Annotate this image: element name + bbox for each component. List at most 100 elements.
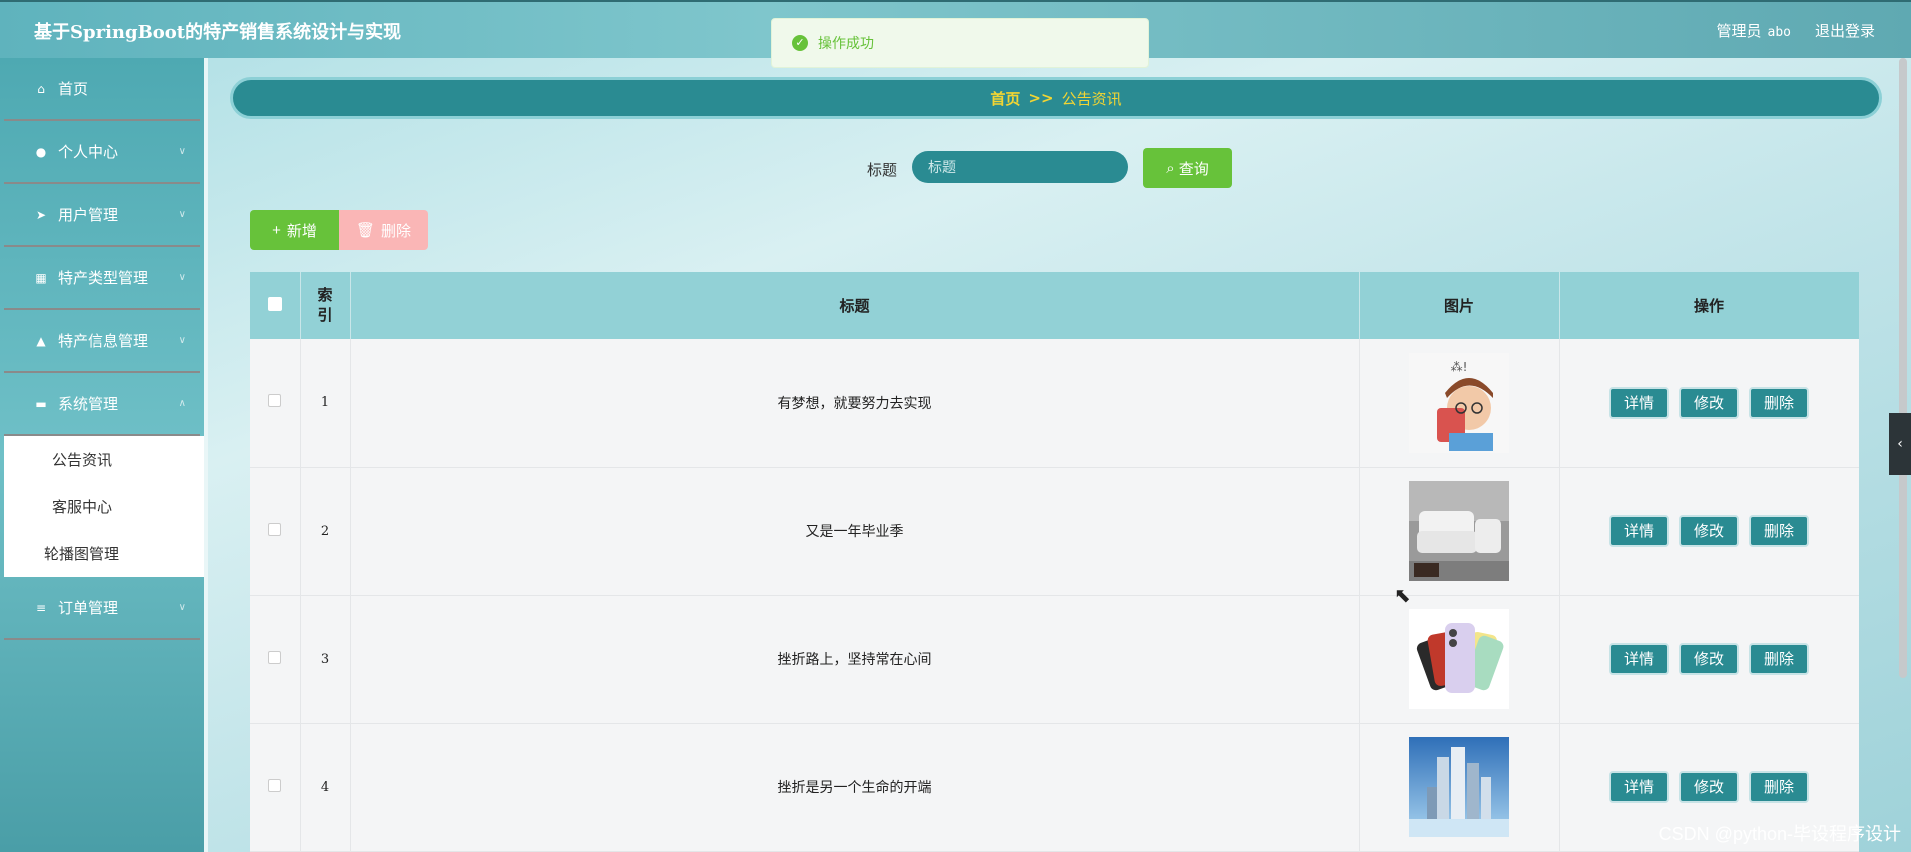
sidebar-item-system[interactable]: ▬ 系统管理 ∧ <box>4 373 200 436</box>
row-operations: 详情 修改 删除 <box>1559 595 1859 724</box>
breadcrumb-current: 公告资讯 <box>1061 89 1122 108</box>
row-checkbox[interactable] <box>268 778 282 792</box>
edit-button[interactable]: 修改 <box>1679 643 1739 675</box>
column-header-index: 索引 <box>300 272 351 339</box>
toast-message: 操作成功 <box>818 36 874 52</box>
logout-link[interactable]: 退出登录 <box>1815 20 1875 41</box>
breadcrumb-home[interactable]: 首页 <box>990 88 1020 109</box>
sidebar-item-user-management[interactable]: ➤ 用户管理 ∨ <box>4 184 200 247</box>
sidebar-item-label: 订单管理 <box>58 599 119 617</box>
delete-button[interactable]: 删除 <box>1749 771 1809 803</box>
chevron-down-icon: ∨ <box>178 335 186 346</box>
add-button-label: 新增 <box>286 222 317 240</box>
submenu-item-carousel[interactable]: 轮播图管理 <box>4 530 204 577</box>
sidebar-item-personal-center[interactable]: ● 个人中心 ∨ <box>4 121 200 184</box>
sidebar-item-label: 个人中心 <box>58 143 119 161</box>
detail-button[interactable]: 详情 <box>1609 643 1669 675</box>
search-button-label: 查询 <box>1178 160 1209 178</box>
row-operations: 详情 修改 删除 <box>1559 339 1859 468</box>
smartphones-image[interactable] <box>1409 609 1509 709</box>
sidebar-item-label: 首页 <box>58 80 89 98</box>
table-row: 4 挫折是另一个生命的开端 详情 修改 删除 <box>250 723 1859 852</box>
trash-icon: 🗑 <box>355 222 376 239</box>
svg-text:⁂!: ⁂! <box>1451 360 1468 374</box>
submenu-item-announcements[interactable]: 公告资讯 <box>4 436 204 483</box>
row-operations: 详情 修改 删除 <box>1559 467 1859 596</box>
watermark: CSDN @python-毕设程序设计 <box>1658 824 1901 844</box>
delete-button[interactable]: 删除 <box>1749 643 1809 675</box>
user-role: 管理员 <box>1716 22 1762 40</box>
chevron-down-icon: ∨ <box>178 272 186 283</box>
sidebar-item-orders[interactable]: ≡ 订单管理 ∨ <box>4 577 200 640</box>
select-all-cell <box>250 272 301 339</box>
delete-button[interactable]: 删除 <box>1749 386 1809 419</box>
add-button[interactable]: + 新增 <box>250 210 339 250</box>
delete-button-label: 删除 <box>381 222 412 240</box>
row-index: 4 <box>300 723 351 852</box>
row-image-cell: ⁂! <box>1359 339 1560 468</box>
search-button[interactable]: ⌕ 查询 <box>1143 148 1232 188</box>
row-image-cell <box>1359 723 1560 852</box>
delete-button[interactable]: 删除 <box>1749 515 1809 547</box>
select-all-checkbox[interactable] <box>267 296 282 311</box>
row-title: 挫折路上，坚持常在心间 <box>350 595 1360 724</box>
sidebar: ⌂ 首页 ● 个人中心 ∨ ➤ 用户管理 ∨ ▦ 特产类型管理 ∨ ▲ 特产信息… <box>0 58 208 852</box>
user-area: 管理员 abo 退出登录 <box>1716 20 1875 41</box>
check-circle-icon: ✓ <box>792 35 808 51</box>
row-image-cell <box>1359 467 1560 596</box>
grid-icon: ▦ <box>35 270 47 285</box>
row-checkbox[interactable] <box>268 522 282 536</box>
sidebar-item-label: 特产类型管理 <box>58 269 149 287</box>
username: abo <box>1767 25 1791 40</box>
table-row: 3 挫折路上，坚持常在心间 详情 修改 删除 <box>250 595 1859 724</box>
edit-button[interactable]: 修改 <box>1679 515 1739 547</box>
chevron-down-icon: ∨ <box>178 209 186 220</box>
search-icon: ⌕ <box>1166 159 1175 177</box>
column-header-operations: 操作 <box>1559 272 1859 339</box>
detail-button[interactable]: 详情 <box>1609 515 1669 547</box>
breadcrumb-separator: >> <box>1028 89 1054 107</box>
system-submenu: 公告资讯 客服中心 轮播图管理 <box>4 436 204 577</box>
breadcrumb: 首页 >> 公告资讯 <box>230 77 1882 119</box>
paper-plane-icon: ➤ <box>35 207 47 222</box>
search-label: 标题 <box>867 161 898 179</box>
column-header-title: 标题 <box>350 272 1360 339</box>
search-input[interactable] <box>912 151 1128 183</box>
sidebar-item-label: 特产信息管理 <box>58 332 149 350</box>
row-index: 2 <box>300 467 351 596</box>
row-image-cell <box>1359 595 1560 724</box>
plus-icon: + <box>272 221 281 239</box>
chevron-left-icon: ‹ <box>1897 436 1903 452</box>
edit-button[interactable]: 修改 <box>1679 771 1739 803</box>
table-row: 1 有梦想，就要努力去实现 ⁂! 详情 修改 删除 <box>250 339 1859 468</box>
column-header-image: 图片 <box>1359 272 1560 339</box>
sidebar-item-product-type[interactable]: ▦ 特产类型管理 ∨ <box>4 247 200 310</box>
detail-button[interactable]: 详情 <box>1609 386 1669 419</box>
sidebar-item-label: 用户管理 <box>58 206 119 224</box>
row-checkbox[interactable] <box>268 650 282 664</box>
submenu-item-customer-service[interactable]: 客服中心 <box>4 483 204 530</box>
row-title: 挫折是另一个生命的开端 <box>350 723 1360 852</box>
edit-button[interactable]: 修改 <box>1679 386 1739 419</box>
current-user: 管理员 abo <box>1716 20 1791 41</box>
app-title: 基于SpringBoot的特产销售系统设计与实现 <box>34 22 402 43</box>
cartoon-girl-image[interactable]: ⁂! <box>1409 352 1509 453</box>
list-icon: ≡ <box>35 600 47 615</box>
success-toast: ✓ 操作成功 <box>771 18 1149 68</box>
house-icon: ▲ <box>36 333 46 348</box>
detail-button[interactable]: 详情 <box>1609 771 1669 803</box>
batch-delete-button[interactable]: 🗑 删除 <box>339 210 428 250</box>
mouse-cursor-icon: ⬉ <box>1394 583 1411 607</box>
sidebar-item-product-info[interactable]: ▲ 特产信息管理 ∨ <box>4 310 200 373</box>
row-index: 3 <box>300 595 351 724</box>
collapse-panel-handle[interactable]: ‹ <box>1889 413 1911 475</box>
chevron-up-icon: ∧ <box>178 398 186 409</box>
chevron-down-icon: ∨ <box>178 146 186 157</box>
row-checkbox[interactable] <box>268 394 282 408</box>
table-header-row: 索引 标题 图片 操作 <box>250 272 1859 339</box>
page-scrollbar[interactable] <box>1899 58 1907 678</box>
cosmetic-bottles-image[interactable] <box>1409 737 1509 837</box>
sidebar-item-home[interactable]: ⌂ 首页 <box>4 58 200 121</box>
white-sofa-image[interactable] <box>1409 481 1509 581</box>
row-index: 1 <box>300 339 351 468</box>
